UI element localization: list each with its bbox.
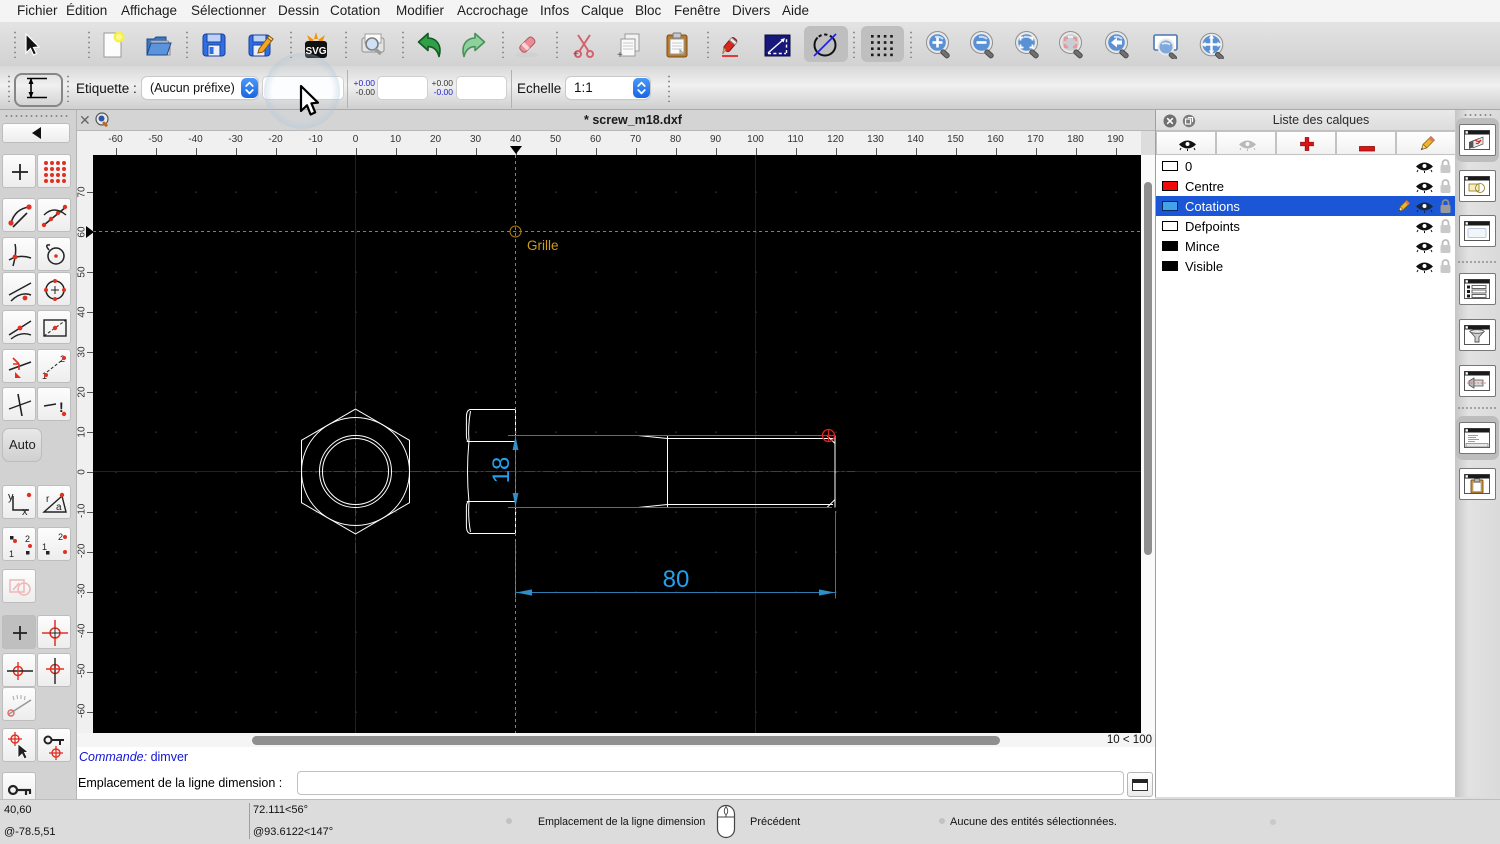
svg-text:+: + <box>573 49 579 59</box>
svg-text:18: 18 <box>488 457 515 484</box>
svg-text:x: x <box>22 506 28 518</box>
svg-text:2: 2 <box>58 532 63 542</box>
svg-text:a: a <box>56 502 62 513</box>
svg-text:2: 2 <box>25 534 30 544</box>
svg-text:80: 80 <box>663 566 690 593</box>
svg-text:1: 1 <box>42 542 47 552</box>
svg-text:1: 1 <box>9 549 14 559</box>
svg-text:Grille: Grille <box>527 238 559 253</box>
svg-text:r: r <box>46 494 50 505</box>
svg-text:+: + <box>617 50 623 59</box>
